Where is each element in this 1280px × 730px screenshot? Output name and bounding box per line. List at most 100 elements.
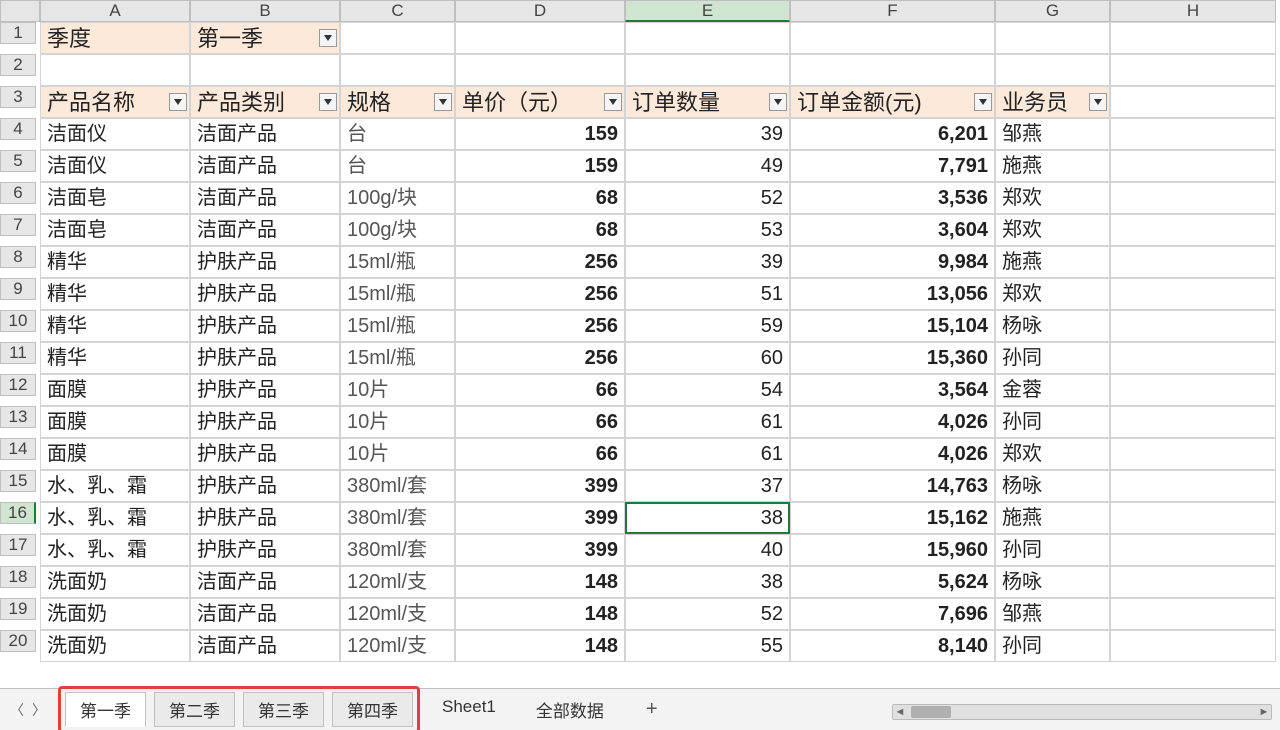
cell-G4[interactable]: 邹燕 — [995, 118, 1110, 150]
cell-H5[interactable] — [1110, 150, 1276, 182]
column-header-D[interactable]: D — [455, 0, 625, 22]
header-cell-F[interactable]: 订单金额(元) — [790, 86, 995, 118]
cell-D6[interactable]: 68 — [455, 182, 625, 214]
cell-F11[interactable]: 15,360 — [790, 342, 995, 374]
cell-E18[interactable]: 38 — [625, 566, 790, 598]
cell-D12[interactable]: 66 — [455, 374, 625, 406]
cell-G19[interactable]: 邹燕 — [995, 598, 1110, 630]
cell-H20[interactable] — [1110, 630, 1276, 662]
row-header-7[interactable]: 7 — [0, 214, 36, 236]
cell-C4[interactable]: 台 — [340, 118, 455, 150]
row-header-16[interactable]: 16 — [0, 502, 36, 524]
tab-nav-prev[interactable]: 〈 — [6, 699, 28, 721]
cell-G11[interactable]: 孙同 — [995, 342, 1110, 374]
cell-G13[interactable]: 孙同 — [995, 406, 1110, 438]
cell-G8[interactable]: 施燕 — [995, 246, 1110, 278]
column-header-G[interactable]: G — [995, 0, 1110, 22]
scroll-right-arrow[interactable]: ► — [1257, 706, 1271, 718]
cell-D5[interactable]: 159 — [455, 150, 625, 182]
cell-G9[interactable]: 郑欢 — [995, 278, 1110, 310]
cell-C12[interactable]: 10片 — [340, 374, 455, 406]
header-cell-D[interactable]: 单价（元） — [455, 86, 625, 118]
cell-H11[interactable] — [1110, 342, 1276, 374]
cell-G15[interactable]: 杨咏 — [995, 470, 1110, 502]
tab-nav-next[interactable]: 〉 — [28, 699, 50, 721]
row-header-6[interactable]: 6 — [0, 182, 36, 204]
header-cell-A[interactable]: 产品名称 — [40, 86, 190, 118]
cell-E4[interactable]: 39 — [625, 118, 790, 150]
cell-C14[interactable]: 10片 — [340, 438, 455, 470]
cell-C17[interactable]: 380ml/套 — [340, 534, 455, 566]
filter-D[interactable] — [604, 93, 622, 111]
cell-G1[interactable] — [995, 22, 1110, 54]
cell-B7[interactable]: 洁面产品 — [190, 214, 340, 246]
cell-D7[interactable]: 68 — [455, 214, 625, 246]
cell-E9[interactable]: 51 — [625, 278, 790, 310]
cell-F8[interactable]: 9,984 — [790, 246, 995, 278]
cell-A12[interactable]: 面膜 — [40, 374, 190, 406]
cell-B6[interactable]: 洁面产品 — [190, 182, 340, 214]
select-all-corner[interactable] — [0, 0, 40, 22]
cell-H7[interactable] — [1110, 214, 1276, 246]
cell-G20[interactable]: 孙同 — [995, 630, 1110, 662]
row-header-3[interactable]: 3 — [0, 86, 36, 108]
cell-B15[interactable]: 护肤产品 — [190, 470, 340, 502]
cell-B4[interactable]: 洁面产品 — [190, 118, 340, 150]
cell-B13[interactable]: 护肤产品 — [190, 406, 340, 438]
filter-B[interactable] — [319, 93, 337, 111]
row-header-5[interactable]: 5 — [0, 150, 36, 172]
cell-F18[interactable]: 5,624 — [790, 566, 995, 598]
row-header-10[interactable]: 10 — [0, 310, 36, 332]
row-header-14[interactable]: 14 — [0, 438, 36, 460]
scroll-left-arrow[interactable]: ◄ — [893, 706, 907, 718]
cell-G7[interactable]: 郑欢 — [995, 214, 1110, 246]
cell-H19[interactable] — [1110, 598, 1276, 630]
add-sheet-button[interactable]: + — [638, 698, 666, 721]
column-header-A[interactable]: A — [40, 0, 190, 22]
cell-B20[interactable]: 洁面产品 — [190, 630, 340, 662]
cell-D18[interactable]: 148 — [455, 566, 625, 598]
cell-C16[interactable]: 380ml/套 — [340, 502, 455, 534]
cell-H15[interactable] — [1110, 470, 1276, 502]
row-header-12[interactable]: 12 — [0, 374, 36, 396]
cell-E14[interactable]: 61 — [625, 438, 790, 470]
cell-C10[interactable]: 15ml/瓶 — [340, 310, 455, 342]
row-header-18[interactable]: 18 — [0, 566, 36, 588]
cell-E17[interactable]: 40 — [625, 534, 790, 566]
cell-A10[interactable]: 精华 — [40, 310, 190, 342]
cell-D4[interactable]: 159 — [455, 118, 625, 150]
sheet-tab-第四季[interactable]: 第四季 — [332, 692, 413, 727]
cell-H4[interactable] — [1110, 118, 1276, 150]
column-header-B[interactable]: B — [190, 0, 340, 22]
cell-A7[interactable]: 洁面皂 — [40, 214, 190, 246]
filter-C[interactable] — [434, 93, 452, 111]
cell-H1[interactable] — [1110, 22, 1276, 54]
cell-F9[interactable]: 13,056 — [790, 278, 995, 310]
cell-B17[interactable]: 护肤产品 — [190, 534, 340, 566]
column-header-F[interactable]: F — [790, 0, 995, 22]
cell-G2[interactable] — [995, 54, 1110, 86]
cell-E8[interactable]: 39 — [625, 246, 790, 278]
filter-E[interactable] — [769, 93, 787, 111]
cell-F1[interactable] — [790, 22, 995, 54]
cell-D10[interactable]: 256 — [455, 310, 625, 342]
cell-F12[interactable]: 3,564 — [790, 374, 995, 406]
cell-D9[interactable]: 256 — [455, 278, 625, 310]
cell-B16[interactable]: 护肤产品 — [190, 502, 340, 534]
cell-G5[interactable]: 施燕 — [995, 150, 1110, 182]
cell-D1[interactable] — [455, 22, 625, 54]
cell-D11[interactable]: 256 — [455, 342, 625, 374]
cell-B12[interactable]: 护肤产品 — [190, 374, 340, 406]
quarter-filter-dropdown[interactable] — [319, 29, 337, 47]
row-header-8[interactable]: 8 — [0, 246, 36, 268]
header-cell-G[interactable]: 业务员 — [995, 86, 1110, 118]
cell-A14[interactable]: 面膜 — [40, 438, 190, 470]
cell-D15[interactable]: 399 — [455, 470, 625, 502]
cell-F6[interactable]: 3,536 — [790, 182, 995, 214]
filter-A[interactable] — [169, 93, 187, 111]
cell-H6[interactable] — [1110, 182, 1276, 214]
cell-B11[interactable]: 护肤产品 — [190, 342, 340, 374]
cell-F13[interactable]: 4,026 — [790, 406, 995, 438]
header-cell-E[interactable]: 订单数量 — [625, 86, 790, 118]
cell-E5[interactable]: 49 — [625, 150, 790, 182]
